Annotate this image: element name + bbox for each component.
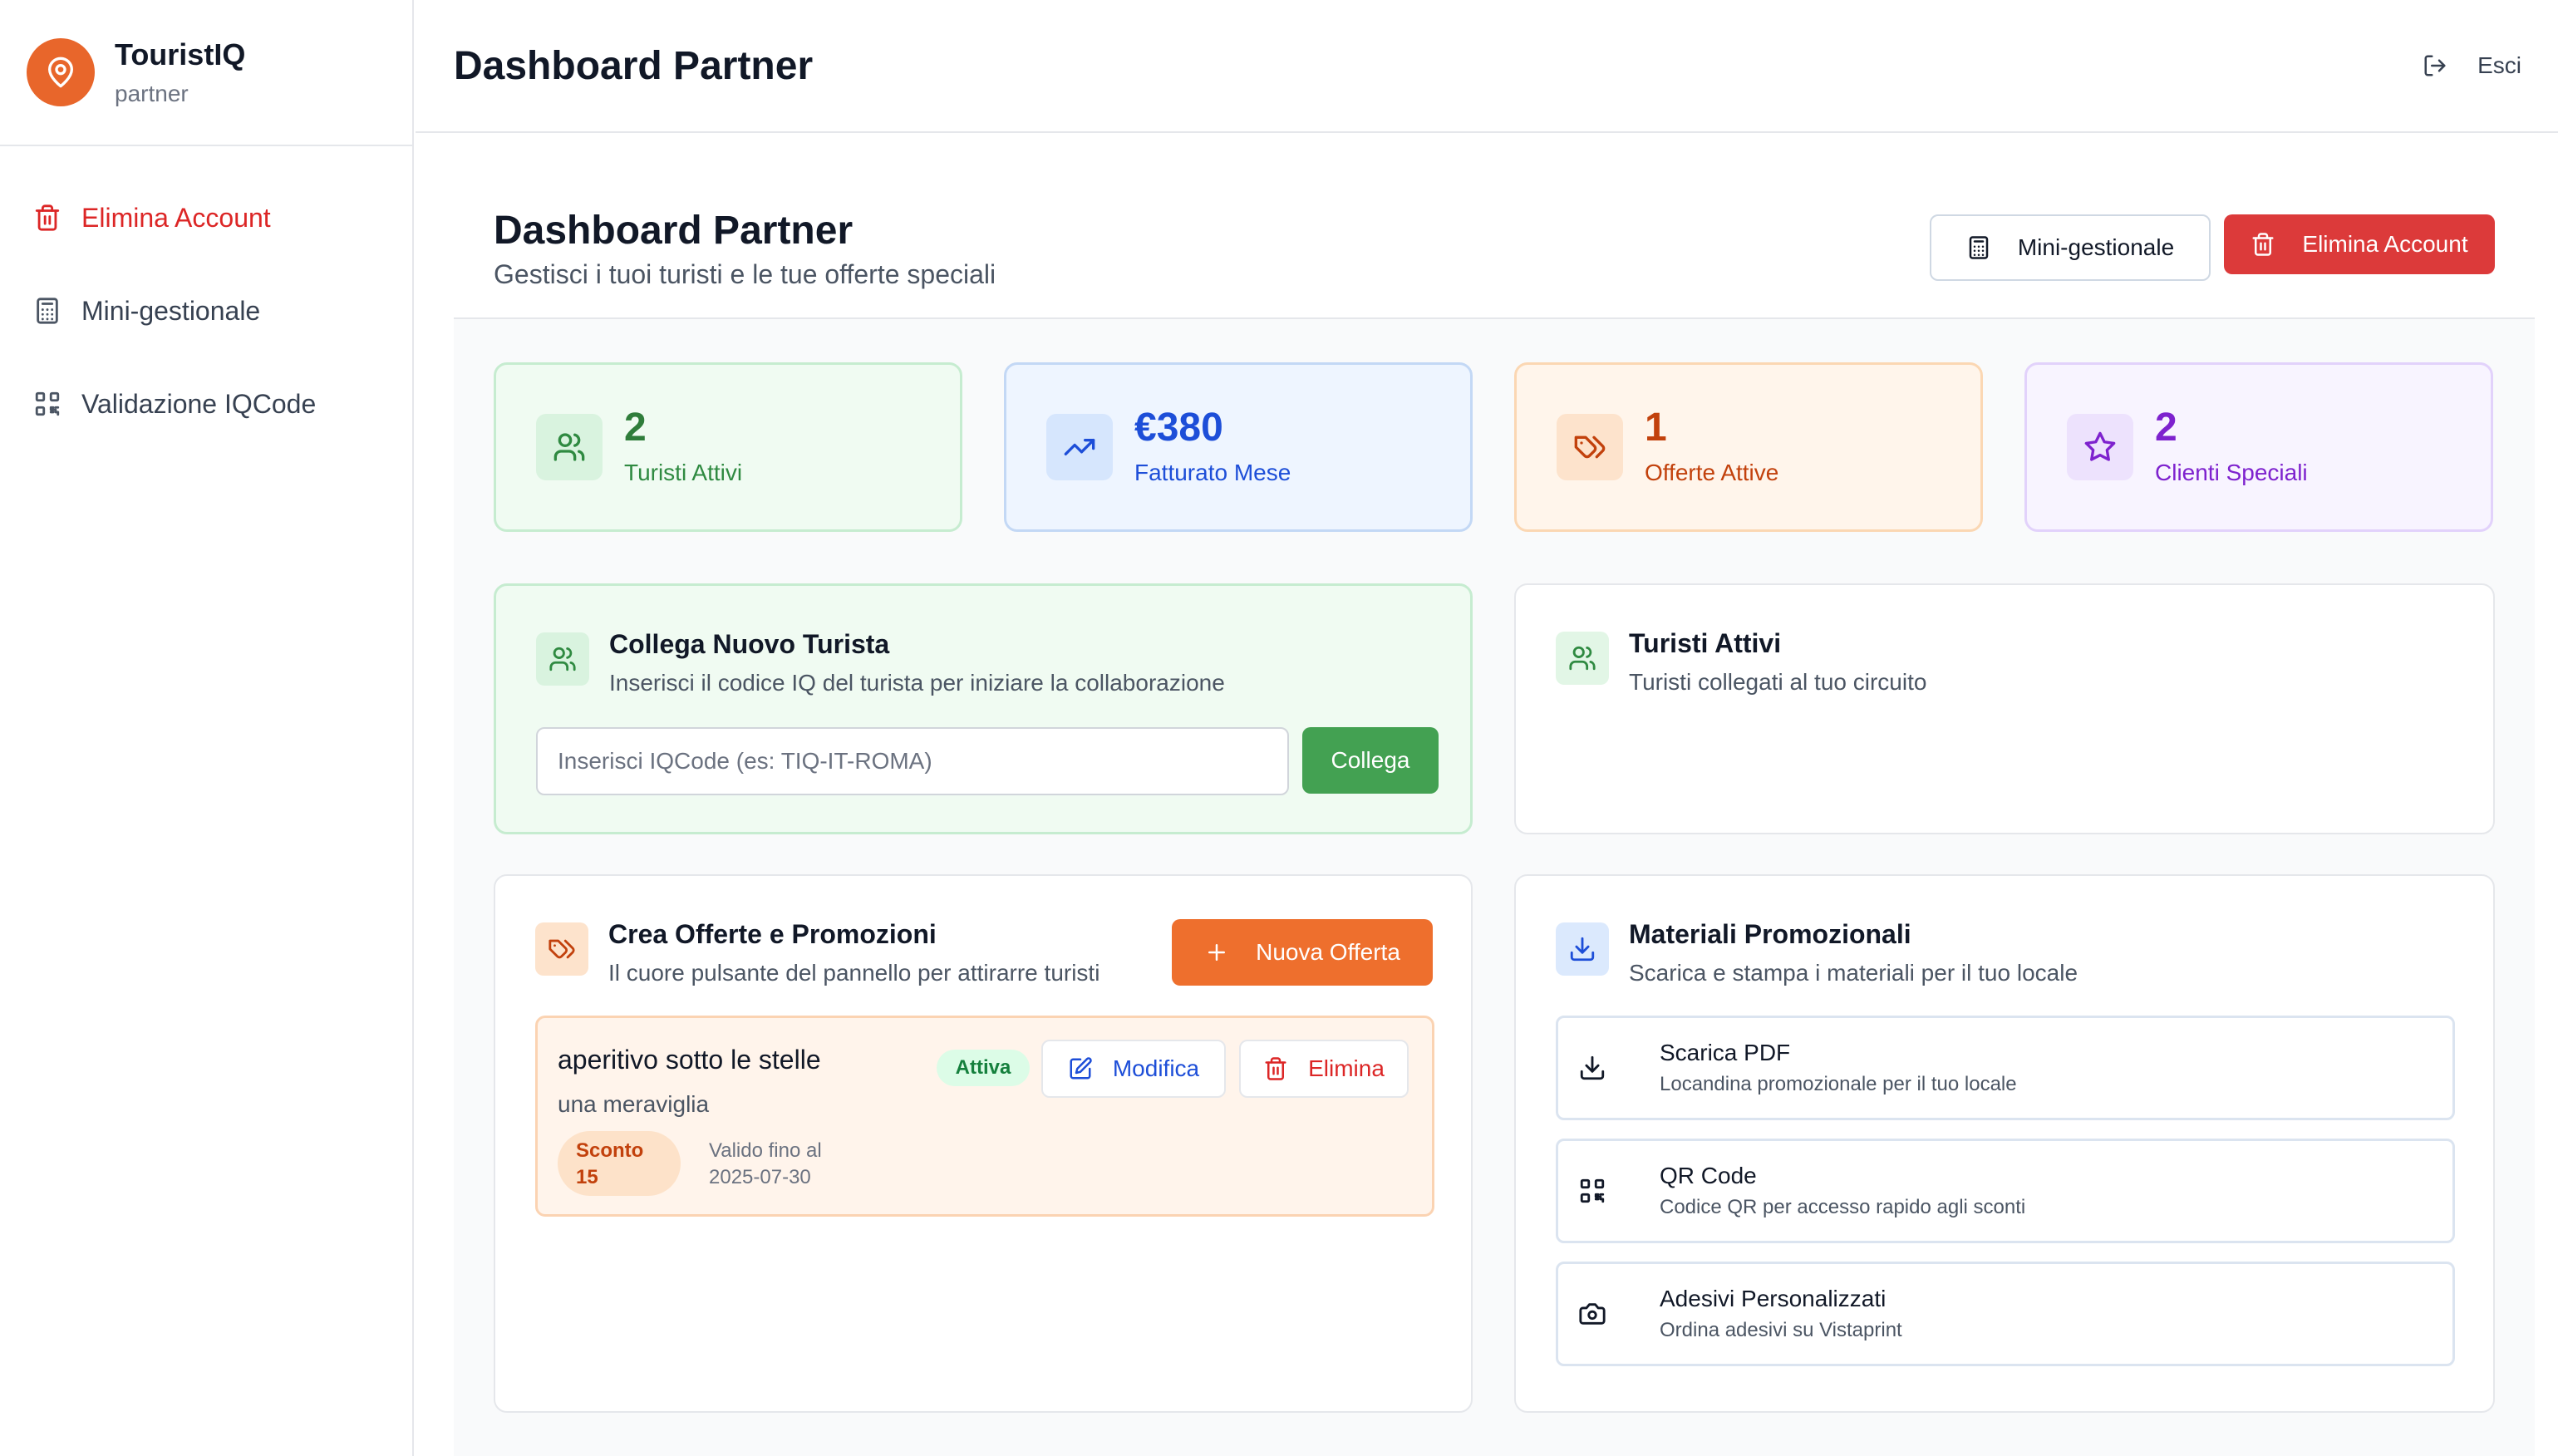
page-subtitle: Gestisci i tuoi turisti e le tue offerte… [494, 259, 996, 289]
material-download-pdf[interactable]: Scarica PDF Locandina promozionale per i… [1556, 1016, 2455, 1120]
sidebar-item-label: Elimina Account [81, 202, 271, 233]
trending-up-icon [1046, 414, 1113, 480]
stat-card-turisti-attivi: 2 Turisti Attivi [494, 362, 962, 532]
stat-value: €380 [1134, 406, 1223, 450]
stat-value: 2 [2155, 406, 2177, 450]
qr-code-icon [33, 390, 61, 418]
page-header: Dashboard Partner Gestisci i tuoi turist… [454, 173, 2535, 319]
material-title: Scarica PDF [1660, 1040, 1791, 1065]
offer-validity: Valido fino al 2025-07-30 [709, 1138, 858, 1191]
users-icon [1556, 632, 1609, 685]
active-tourists-panel: Turisti Attivi Turisti collegati al tuo … [1514, 583, 2495, 834]
topbar-title: Dashboard Partner [454, 43, 814, 88]
offer-card: aperitivo sotto le stelle una meraviglia… [535, 1016, 1434, 1217]
logout-label: Esci [2477, 52, 2521, 78]
material-subtitle: Locandina promozionale per il tuo locale [1660, 1073, 2017, 1095]
trash-icon [2251, 232, 2302, 257]
download-icon [1578, 1054, 1606, 1082]
panel-subtitle: Scarica e stampa i materiali per il tuo … [1629, 960, 2078, 986]
stat-card-fatturato-mese: €380 Fatturato Mese [1004, 362, 1473, 532]
panel-subtitle: Inserisci il codice IQ del turista per i… [609, 670, 1225, 696]
logout-button[interactable]: Esci [2423, 52, 2521, 79]
tags-icon [1557, 414, 1623, 480]
calculator-icon [1966, 235, 2018, 260]
material-title: QR Code [1660, 1163, 1757, 1188]
stat-label: Offerte Attive [1645, 460, 1779, 485]
delete-offer-button[interactable]: Elimina [1239, 1040, 1409, 1098]
panel-subtitle: Il cuore pulsante del pannello per attir… [608, 960, 1100, 986]
stat-value: 1 [1645, 406, 1667, 450]
brand-name: TouristIQ [115, 37, 246, 71]
plus-icon [1204, 940, 1256, 965]
validity-date: 2025-07-30 [709, 1166, 811, 1188]
discount-label: Sconto [576, 1139, 644, 1162]
button-label: Collega [1331, 747, 1410, 773]
stat-label: Clienti Speciali [2155, 460, 2308, 485]
stat-label: Fatturato Mese [1134, 460, 1291, 485]
material-qr-code[interactable]: QR Code Codice QR per accesso rapido agl… [1556, 1139, 2455, 1243]
stat-card-clienti-speciali: 2 Clienti Speciali [2024, 362, 2493, 532]
button-label: Modifica [1112, 1055, 1200, 1081]
sidebar: TouristIQ partner Elimina Account Mini-g… [0, 0, 414, 1456]
edit-offer-button[interactable]: Modifica [1041, 1040, 1226, 1098]
panel-title: Turisti Attivi [1629, 628, 1782, 658]
stat-label: Turisti Attivi [624, 460, 743, 485]
camera-icon [1578, 1300, 1606, 1328]
logout-icon [2423, 53, 2477, 78]
download-icon [1556, 922, 1609, 976]
page-title: Dashboard Partner [494, 209, 853, 253]
offer-description: una meraviglia [558, 1091, 710, 1117]
tags-icon [535, 922, 588, 976]
panel-title: Collega Nuovo Turista [609, 629, 890, 659]
material-subtitle: Ordina adesivi su Vistaprint [1660, 1319, 1902, 1341]
panel-title: Crea Offerte e Promozioni [608, 919, 937, 949]
trash-icon [1263, 1056, 1308, 1081]
star-icon [2067, 414, 2133, 480]
iqcode-input[interactable] [536, 727, 1289, 795]
discount-value: 15 [576, 1166, 598, 1188]
offer-title: aperitivo sotto le stelle [558, 1045, 821, 1075]
stat-card-offerte-attive: 1 Offerte Attive [1514, 362, 1983, 532]
connect-tourist-panel: Collega Nuovo Turista Inserisci il codic… [494, 583, 1473, 834]
material-subtitle: Codice QR per accesso rapido agli sconti [1660, 1196, 2026, 1218]
mini-gestionale-button[interactable]: Mini-gestionale [1930, 214, 2211, 281]
stat-value: 2 [624, 406, 647, 450]
users-icon [536, 414, 603, 480]
calculator-icon [33, 297, 61, 325]
trash-icon [33, 204, 61, 232]
panel-title: Materiali Promozionali [1629, 919, 1911, 949]
sidebar-item-label: Mini-gestionale [81, 295, 261, 326]
sidebar-nav: Elimina Account Mini-gestionale Validazi… [0, 146, 412, 450]
status-badge: Attiva [937, 1050, 1030, 1086]
brand-role: partner [115, 81, 189, 106]
validity-label: Valido fino al [709, 1139, 822, 1162]
discount-badge: Sconto 15 [558, 1131, 681, 1196]
promo-materials-panel: Materiali Promozionali Scarica e stampa … [1514, 874, 2495, 1413]
material-title: Adesivi Personalizzati [1660, 1286, 1887, 1311]
new-offer-button[interactable]: Nuova Offerta [1172, 919, 1433, 986]
delete-account-button[interactable]: Elimina Account [2224, 214, 2495, 274]
button-label: Mini-gestionale [2017, 234, 2175, 260]
button-label: Elimina [1308, 1055, 1385, 1081]
panel-subtitle: Turisti collegati al tuo circuito [1629, 669, 1927, 695]
sidebar-item-mini-gestionale[interactable]: Mini-gestionale [0, 264, 412, 357]
users-icon [536, 632, 589, 686]
button-label: Elimina Account [2302, 231, 2468, 257]
sidebar-item-label: Validazione IQCode [81, 388, 317, 419]
material-custom-stickers[interactable]: Adesivi Personalizzati Ordina adesivi su… [1556, 1262, 2455, 1366]
brand: TouristIQ partner [0, 0, 412, 146]
sidebar-item-validazione-iqcode[interactable]: Validazione IQCode [0, 357, 412, 450]
topbar: Dashboard Partner Esci [416, 0, 2558, 133]
map-pin-icon [27, 38, 95, 106]
offers-panel: Crea Offerte e Promozioni Il cuore pulsa… [494, 874, 1473, 1413]
qr-code-icon [1578, 1177, 1606, 1205]
edit-icon [1068, 1056, 1113, 1081]
main-content: Dashboard Partner Gestisci i tuoi turist… [454, 173, 2535, 1456]
sidebar-item-elimina-account[interactable]: Elimina Account [0, 171, 412, 264]
connect-button[interactable]: Collega [1302, 727, 1439, 794]
button-label: Nuova Offerta [1256, 939, 1400, 965]
